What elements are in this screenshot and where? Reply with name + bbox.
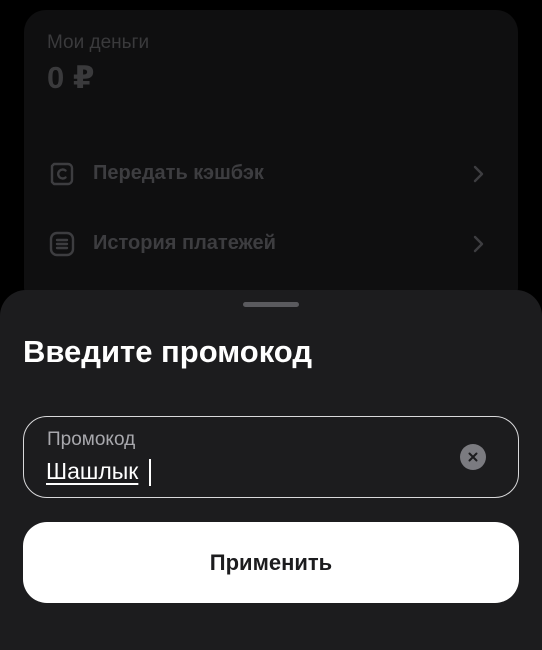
chevron-right-icon	[473, 165, 484, 183]
payment-history-icon	[49, 231, 75, 257]
money-balance: 0 ₽	[47, 60, 95, 95]
menu-item-label: История платежей	[93, 232, 276, 254]
menu-item-payment-history[interactable]: История платежей	[24, 214, 518, 274]
money-label: Мои деньги	[47, 32, 150, 53]
promo-code-input[interactable]	[46, 455, 426, 487]
chevron-right-icon	[473, 235, 484, 253]
apply-button[interactable]: Применить	[23, 522, 519, 603]
screen: Мои деньги 0 ₽ Передать кэшбэк История п…	[0, 0, 542, 650]
clear-input-button[interactable]	[460, 444, 486, 470]
menu-item-transfer-cashback[interactable]: Передать кэшбэк	[24, 144, 518, 204]
sheet-grabber[interactable]	[243, 302, 299, 307]
text-caret	[149, 459, 151, 486]
cashback-transfer-icon	[50, 162, 74, 186]
promo-code-sheet: Введите промокод Промокод Применить	[0, 290, 542, 650]
menu-item-label: Передать кэшбэк	[93, 162, 264, 184]
promo-code-field[interactable]: Промокод	[23, 416, 519, 498]
close-icon	[468, 452, 478, 462]
promo-code-label: Промокод	[47, 429, 136, 450]
sheet-title: Введите промокод	[23, 334, 313, 369]
